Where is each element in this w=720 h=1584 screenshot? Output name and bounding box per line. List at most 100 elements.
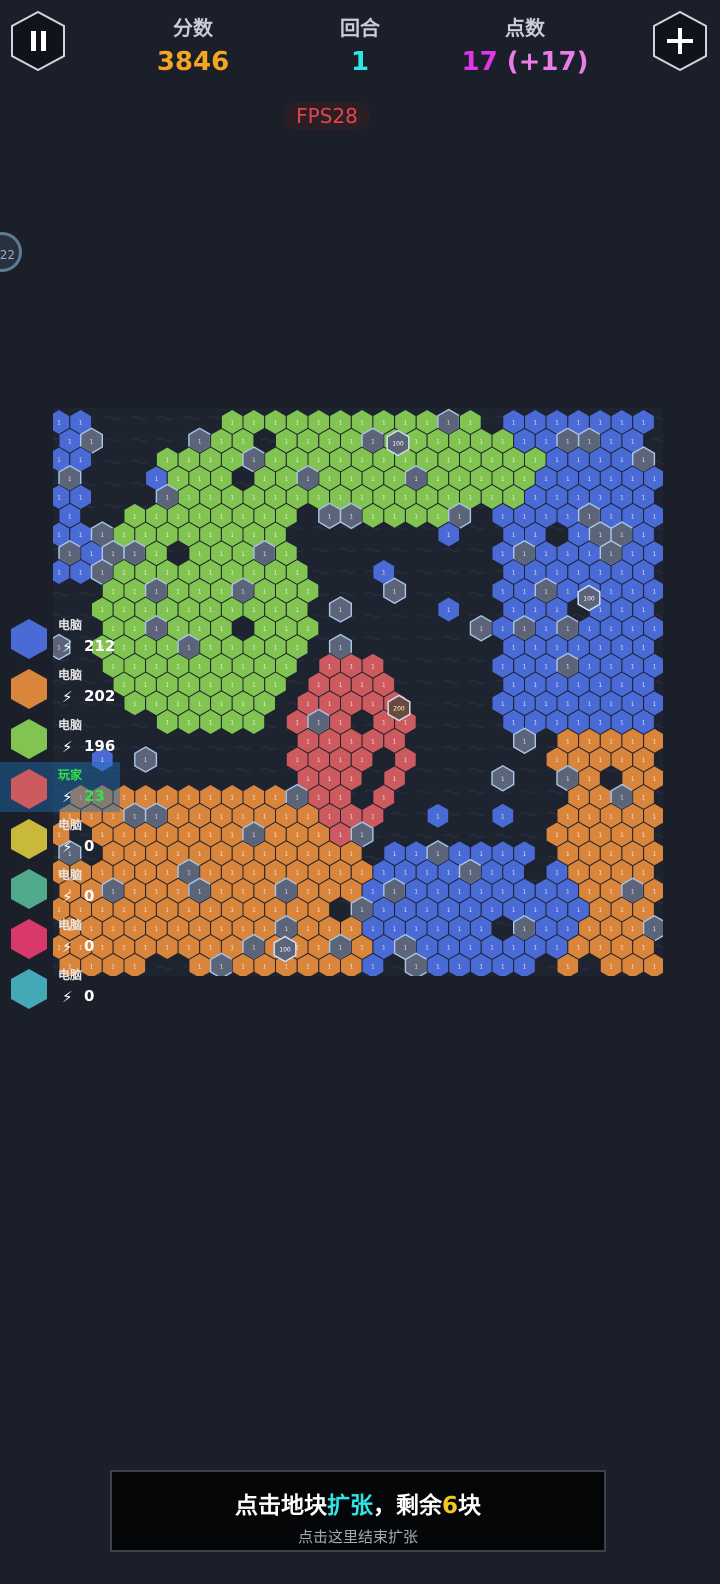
hex-tile-value: 1: [501, 813, 505, 820]
hex-tile-value: 1: [349, 438, 353, 445]
hex-tile-value: 1: [284, 963, 288, 970]
player-row[interactable]: 玩家 ⚡ 23: [0, 762, 120, 812]
hex-tile-value: 1: [219, 476, 223, 483]
player-row[interactable]: 电脑 ⚡ 196: [0, 712, 120, 762]
hex-tile-value: 1: [523, 438, 527, 445]
hex-tile-value: 1: [144, 570, 148, 577]
hex-tile-value: 1: [263, 588, 267, 595]
hex-tile-value: 1: [371, 926, 375, 933]
hex-tile-value: 1: [555, 457, 559, 464]
hex-tile-value: 1: [609, 626, 613, 633]
hex-tile-value: 1: [209, 495, 213, 502]
hex-tile-value: 1: [349, 963, 353, 970]
player-row[interactable]: 电脑 ⚡ 0: [0, 962, 120, 1012]
hex-tile-value: 1: [555, 645, 559, 652]
hex-tile-value: 1: [295, 720, 299, 727]
hex-tile-value: 1: [230, 607, 234, 614]
player-energy: 196: [84, 737, 116, 755]
hex-tile-value: 1: [512, 682, 516, 689]
hex-tile-value: 1: [209, 720, 213, 727]
hex-tile-value: 1: [295, 420, 299, 427]
hex-tile-value: 1: [176, 851, 180, 858]
hex-tile-value: 1: [263, 701, 267, 708]
player-row[interactable]: 电脑 ⚡ 0: [0, 812, 120, 862]
player-row[interactable]: 电脑 ⚡ 0: [0, 862, 120, 912]
player-list: 电脑 ⚡ 212 电脑 ⚡ 202 电脑 ⚡ 196 玩家 ⚡ 23 电脑 ⚡ 0 电脑 ⚡ 0 电脑 ⚡ 0 电脑 ⚡ 0: [0, 612, 120, 1012]
hex-tile-value: 1: [403, 870, 407, 877]
hex-tile-value: 1: [631, 888, 635, 895]
hex-tile-value: 1: [263, 513, 267, 520]
hex-tile-value: 1: [523, 476, 527, 483]
round-label: 回合: [340, 16, 380, 40]
hex-tile-value: 1: [133, 888, 137, 895]
hex-tile-value: 1: [339, 720, 343, 727]
hex-tile-value: 1: [122, 795, 126, 802]
hex-map[interactable]: 1 1 1 1 1 1 1 1 1 1 1 1 1 1 1 1 1 1 1 1 1 1 1 1 1 1 1 1 1 1 1 1 1 1 1 1 1 1 1 1…: [53, 408, 663, 976]
hex-tile-value: 1: [609, 551, 613, 558]
hex-tile-value: 1: [274, 570, 278, 577]
hex-tile-value: 1: [620, 795, 624, 802]
hex-tile-value: 1: [154, 926, 158, 933]
hex-tile-value: 1: [165, 720, 169, 727]
hex-tile-value: 1: [609, 438, 613, 445]
hex-tile-value: 1: [382, 495, 386, 502]
hex-tile-value: 1: [122, 907, 126, 914]
hex-tile-value: 1: [295, 832, 299, 839]
hex-tile-value: 1: [219, 701, 223, 708]
hex-tile-value: 1: [414, 926, 418, 933]
hex-tile-value: 1: [252, 495, 256, 502]
end-expand-button[interactable]: 点击地块扩张，剩余6块 点击这里结束扩张: [110, 1470, 606, 1552]
side-counter[interactable]: 22: [0, 232, 22, 272]
hex-tile-value: 1: [360, 757, 364, 764]
hex-tile-value: 1: [598, 570, 602, 577]
hex-tile-value: 1: [382, 720, 386, 727]
hex-tile-value: 1: [349, 476, 353, 483]
player-row[interactable]: 电脑 ⚡ 202: [0, 662, 120, 712]
hex-tile-value: 1: [512, 607, 516, 614]
hex-tile-value: 1: [317, 945, 321, 952]
hex-tile-value: 1: [252, 607, 256, 614]
hex-tile-value: 1: [371, 738, 375, 745]
player-row[interactable]: 电脑 ⚡ 212: [0, 612, 120, 662]
hex-tile-value: 1: [544, 588, 548, 595]
hex-tile-value: 1: [154, 851, 158, 858]
hex-grid[interactable]: 1 1 1 1 1 1 1 1 1 1 1 1 1 1 1 1 1 1 1 1 1 1 1 1 1 1 1 1 1 1 1 1 1 1 1 1 1 1 1 1…: [53, 408, 663, 976]
hex-tile-value: 1: [122, 832, 126, 839]
player-name: 电脑: [58, 618, 83, 632]
hex-tile-value: 1: [544, 551, 548, 558]
hex-tile-value: 1: [328, 888, 332, 895]
hex-tile-value: 1: [252, 532, 256, 539]
hex-tile-value: 1: [68, 513, 72, 520]
hex-tile-value: 1: [642, 420, 646, 427]
hex-tile-value: 1: [165, 795, 169, 802]
add-button[interactable]: [652, 10, 708, 72]
hex-tile-value: 1: [219, 551, 223, 558]
lightning-icon: ⚡: [62, 688, 73, 706]
hex-tile-value: 1: [652, 963, 656, 970]
hex-tile-value: 1: [230, 945, 234, 952]
hex-tile-value: 1: [620, 457, 624, 464]
player-hex-icon: [10, 768, 48, 810]
hex-tile-value: 1: [349, 701, 353, 708]
hex-tile-value: 1: [566, 926, 570, 933]
hex-tile-value: 1: [360, 832, 364, 839]
hex-tile-value: 1: [577, 420, 581, 427]
hex-tile-value: 1: [501, 776, 505, 783]
hex-tile-value: 1: [620, 945, 624, 952]
hex-tile-value: 1: [230, 870, 234, 877]
hex-tile-value: 1: [241, 438, 245, 445]
hex-tile-value: 1: [219, 626, 223, 633]
hex-tile-value: 1: [263, 851, 267, 858]
hex-tile-value: 1: [642, 795, 646, 802]
hex-tile-value: 1: [523, 701, 527, 708]
hex-tile-value: 1: [577, 682, 581, 689]
points-stat: 点数 17 (+17): [455, 12, 595, 77]
hex-tile-value: 1: [609, 963, 613, 970]
hex-tile-value: 1: [274, 607, 278, 614]
hex-tile-value: 1: [349, 738, 353, 745]
player-name: 电脑: [58, 668, 83, 682]
pause-button[interactable]: [10, 10, 66, 72]
player-row[interactable]: 电脑 ⚡ 0: [0, 912, 120, 962]
hex-tile-value: 1: [317, 907, 321, 914]
hex-tile-value: 1: [306, 813, 310, 820]
